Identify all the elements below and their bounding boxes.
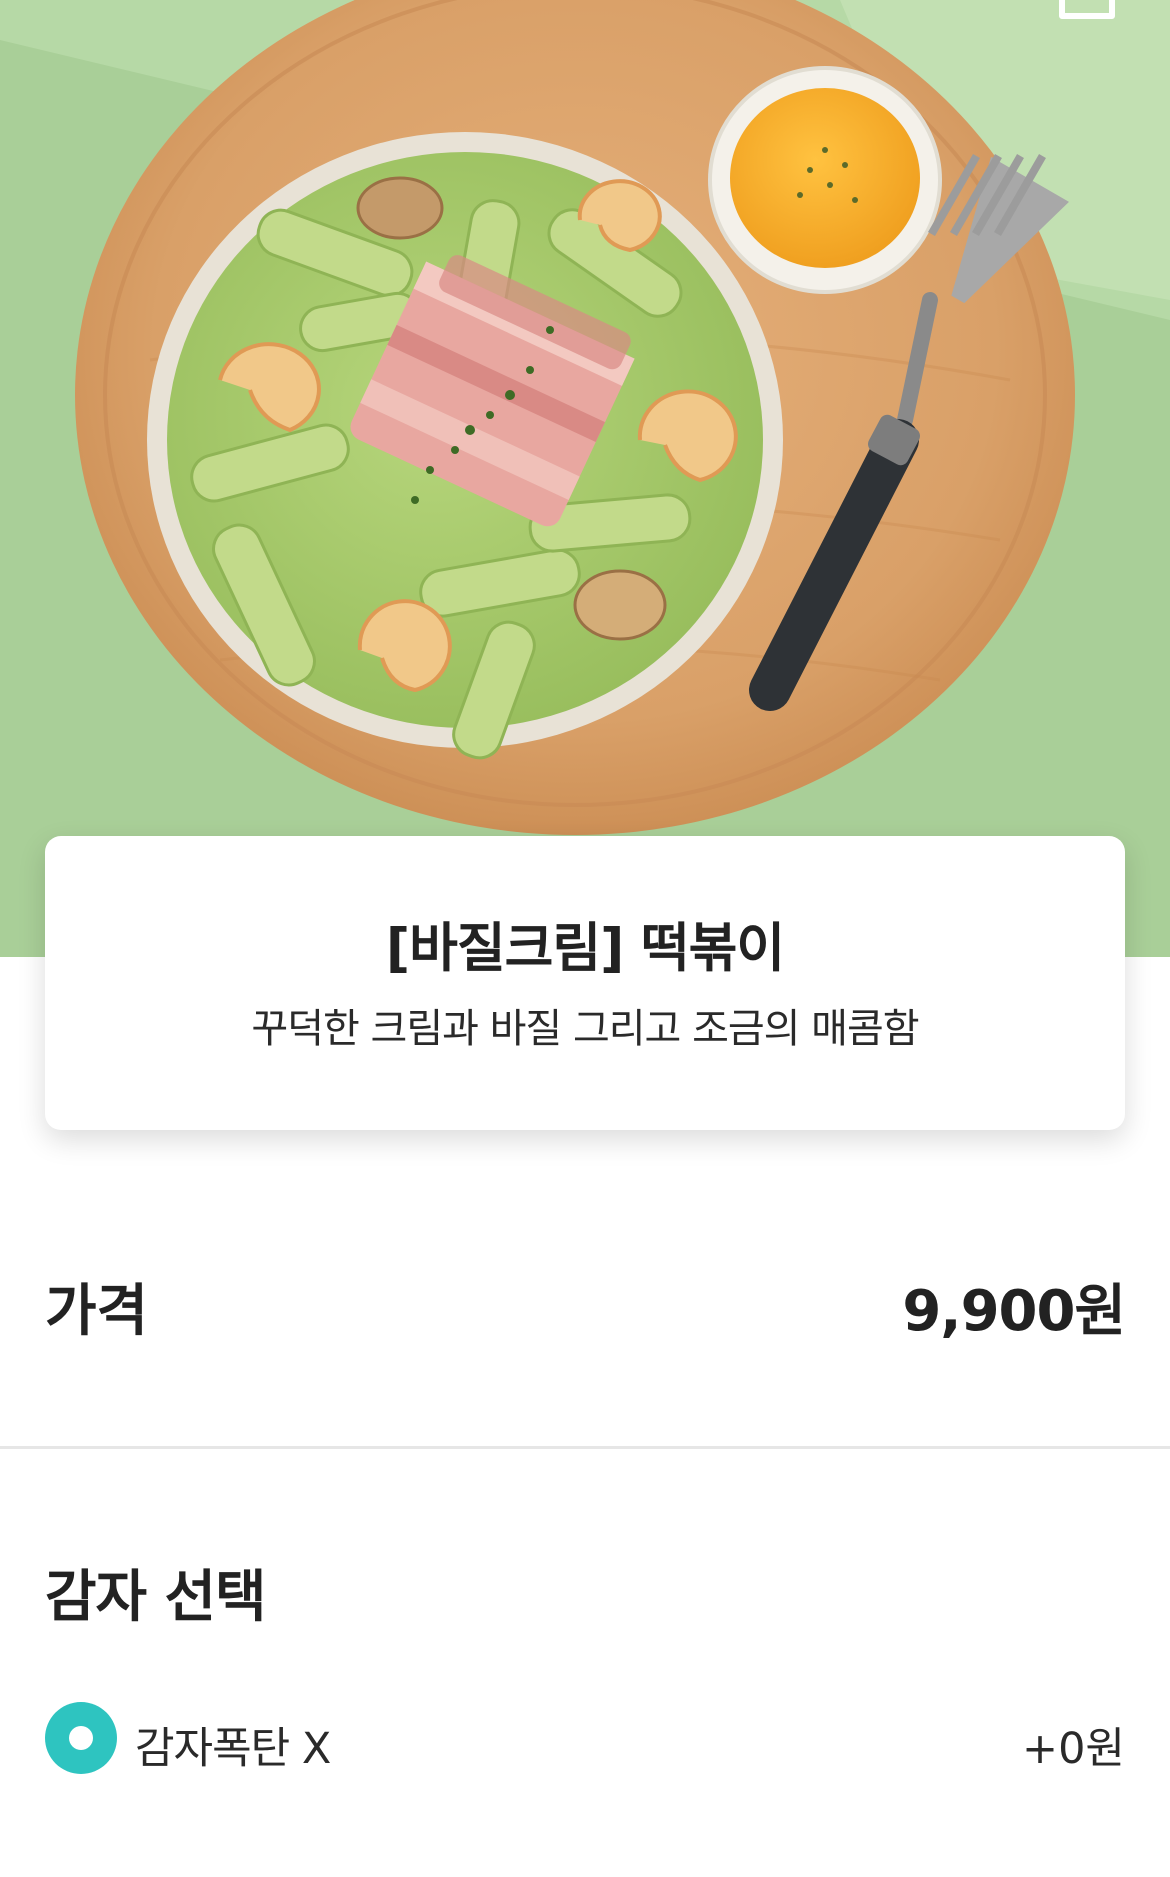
food-illustration: [0, 0, 1170, 957]
section-divider: [0, 1446, 1170, 1449]
menu-detail-page: [바질크림] 떡볶이 꾸덕한 크림과 바질 그리고 조금의 매콤함 가격 9,9…: [0, 0, 1170, 1877]
radio-selected-icon[interactable]: [45, 1702, 117, 1774]
menu-item-description: 꾸덕한 크림과 바질 그리고 조금의 매콤함: [251, 1006, 919, 1052]
price-label: 가격: [45, 1279, 149, 1344]
menu-item-photo: [0, 0, 1170, 957]
back-chevron-icon[interactable]: [40, 0, 100, 20]
price-value: 9,900원: [902, 1279, 1126, 1344]
radio-dot: [69, 1726, 93, 1750]
option-price: +0원: [1022, 1724, 1125, 1774]
cart-icon[interactable]: [1056, 0, 1118, 22]
option-item-potato-none[interactable]: 감자폭탄 X +0원: [45, 1702, 1125, 1774]
price-row: 가격 9,900원: [45, 1262, 1126, 1344]
menu-item-name: [바질크림] 떡볶이: [385, 918, 785, 979]
menu-item-card: [바질크림] 떡볶이 꾸덕한 크림과 바질 그리고 조금의 매콤함: [45, 836, 1125, 1130]
option-label: 감자폭탄 X: [135, 1724, 331, 1774]
option-section-title: 감자 선택: [45, 1565, 267, 1630]
